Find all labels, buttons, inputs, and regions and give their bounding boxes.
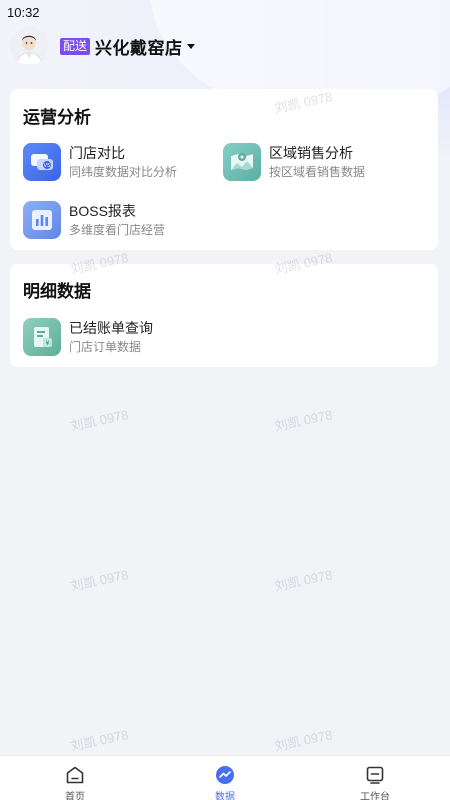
operations-analysis-card: 运营分析 VS 门店对比 同纬度数据对比分析 区域销售分析 按区域看销售数据 B… (10, 89, 438, 250)
regional-sales-item[interactable]: 区域销售分析 按区域看销售数据 (223, 142, 423, 182)
tab-home[interactable]: 首页 (0, 756, 150, 800)
watermark: 刘凯 0978 (69, 727, 130, 754)
section-title: 明细数据 (23, 282, 91, 301)
report-chart-icon (23, 201, 61, 239)
tab-workbench[interactable]: 工作台 (300, 756, 450, 800)
item-subtitle: 同纬度数据对比分析 (69, 164, 178, 179)
item-subtitle: 按区域看销售数据 (269, 164, 366, 179)
item-title: BOSS报表 (69, 202, 136, 219)
tab-label: 数据 (215, 792, 235, 800)
watermark: 刘凯 0978 (273, 407, 334, 434)
item-subtitle: 门店订单数据 (69, 339, 142, 354)
watermark: 刘凯 0978 (69, 567, 130, 594)
bottom-tab-bar: 首页 数据 工作台 (0, 755, 450, 800)
item-subtitle: 多维度看门店经营 (69, 222, 166, 237)
boss-report-item[interactable]: BOSS报表 多维度看门店经营 (23, 200, 223, 240)
workbench-icon (365, 765, 385, 785)
item-title: 区域销售分析 (269, 144, 353, 161)
tab-label: 首页 (65, 792, 85, 800)
status-bar: 10:32 (0, 0, 450, 24)
settled-bills-item[interactable]: ¥ 已结账单查询 门店订单数据 (23, 317, 223, 357)
bill-icon: ¥ (23, 318, 61, 356)
watermark: 刘凯 0978 (273, 567, 334, 594)
watermark: 刘凯 0978 (273, 727, 334, 754)
watermark: 刘凯 0978 (69, 407, 130, 434)
delivery-badge: 配送 (60, 37, 91, 55)
status-time: 10:32 (7, 5, 40, 20)
item-title: 已结账单查询 (69, 319, 153, 336)
home-icon (65, 765, 85, 785)
tab-data[interactable]: 数据 (150, 756, 300, 800)
avatar-person-icon (10, 27, 48, 65)
item-title: 门店对比 (69, 144, 125, 161)
tab-label: 工作台 (360, 792, 390, 800)
svg-text:VS: VS (44, 163, 51, 169)
caret-down-icon[interactable] (186, 43, 195, 49)
map-icon (223, 143, 261, 181)
avatar[interactable] (10, 27, 48, 65)
section-title: 运营分析 (23, 108, 91, 127)
data-icon (215, 765, 235, 785)
store-compare-item[interactable]: VS 门店对比 同纬度数据对比分析 (23, 142, 223, 182)
store-name[interactable]: 兴化戴窑店 (95, 34, 183, 59)
app-screen: 10:32 配送 兴化戴窑店 运营分析 VS 门店对比 同纬度数据对比分析 区域… (0, 0, 450, 800)
store-header[interactable]: 配送 兴化戴窑店 (10, 26, 195, 66)
store-compare-icon: VS (23, 143, 61, 181)
detail-data-card: 明细数据 ¥ 已结账单查询 门店订单数据 (10, 264, 438, 367)
